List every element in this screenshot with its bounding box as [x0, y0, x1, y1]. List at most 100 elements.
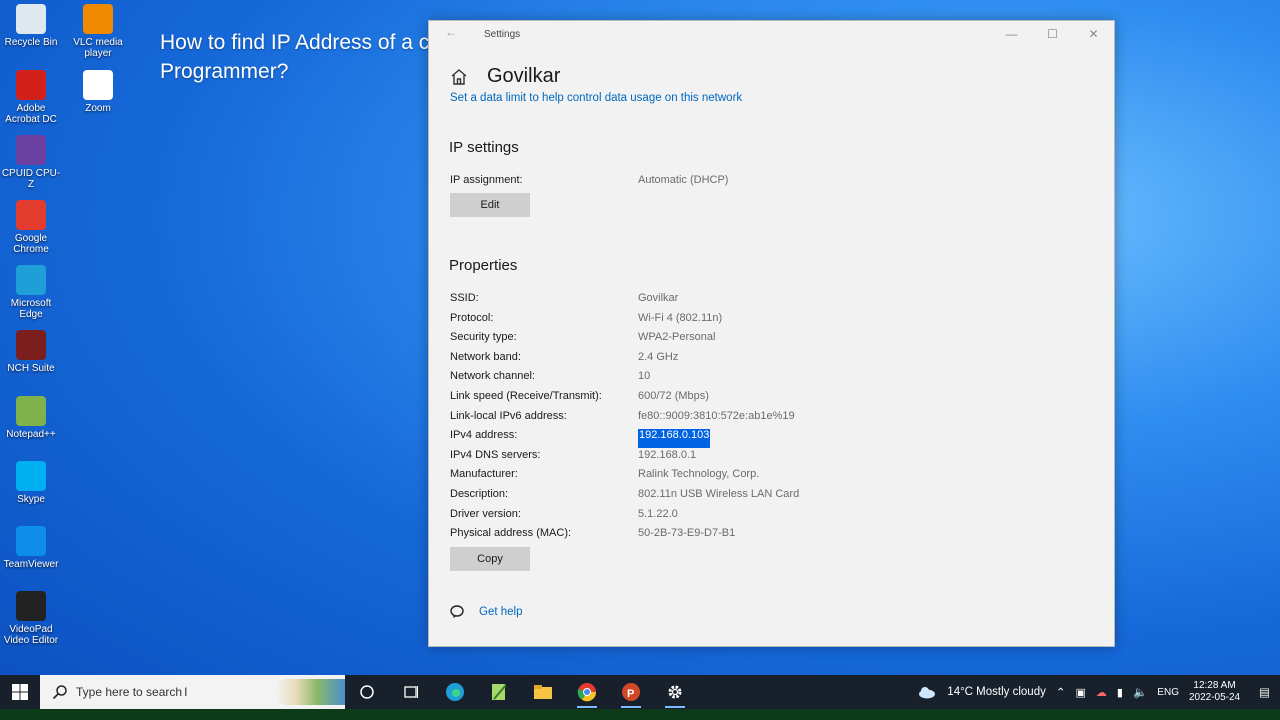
desktop-icon[interactable]: VideoPad Video Editor — [0, 591, 62, 646]
property-row: Network channel: 10 — [450, 370, 1050, 389]
ipv4-address-value-selected: 192.168.0.103 — [638, 429, 711, 449]
taskbar-powerpoint[interactable]: P — [609, 675, 653, 709]
desktop-icon[interactable]: NCH Suite — [0, 330, 62, 374]
property-label: Security type: — [450, 331, 517, 344]
desktop-icon[interactable]: Google Chrome — [0, 200, 62, 255]
videopad-icon — [16, 591, 46, 621]
property-label: Network channel: — [450, 370, 535, 383]
desktop-icon-label: CPUID CPU-Z — [1, 168, 61, 190]
cortana-circle-icon — [360, 685, 374, 699]
clock-time: 12:28 AM — [1193, 680, 1236, 691]
ip-assignment-row: IP assignment: Automatic (DHCP) — [450, 174, 1050, 193]
teamviewer-icon — [16, 526, 46, 556]
desktop-icon-label: TeamViewer — [3, 559, 59, 570]
microphone-icon[interactable]: ▮ — [1117, 686, 1123, 699]
clock-date: 2022-05-24 — [1188, 692, 1241, 703]
ip-assignment-value: Automatic (DHCP) — [638, 174, 729, 186]
clock[interactable]: 12:28 AM 2022-05-24 — [1189, 680, 1240, 704]
data-limit-link[interactable]: Set a data limit to help control data us… — [450, 92, 742, 104]
zoom-file-icon — [83, 70, 113, 100]
desktop-icon[interactable]: Notepad++ — [0, 396, 62, 440]
property-value: 10 — [638, 370, 651, 383]
edit-button[interactable]: Edit — [450, 193, 530, 217]
cortana-button[interactable] — [345, 675, 389, 709]
property-value: Ralink Technology, Corp. — [638, 468, 760, 481]
vlc-icon — [83, 4, 113, 34]
close-icon[interactable]: ✕ — [1073, 21, 1114, 47]
property-value: Wi-Fi 4 (802.11n) — [638, 311, 723, 324]
windows-logo-icon — [12, 684, 28, 700]
svg-text:P: P — [627, 688, 634, 700]
get-help-link-container[interactable]: Get help — [450, 605, 522, 619]
desktop-icon[interactable]: VLC media player — [67, 4, 129, 59]
network-icon[interactable]: ☁ — [1096, 686, 1107, 699]
gear-icon — [668, 685, 682, 699]
desktop-icon[interactable]: Adobe Acrobat DC — [0, 70, 62, 125]
weather-text[interactable]: 14°C Mostly cloudy — [947, 686, 1046, 698]
notification-icon[interactable]: ▤ — [1259, 685, 1270, 699]
properties-heading: Properties — [449, 257, 518, 274]
taskbar-file-explorer[interactable] — [521, 675, 565, 709]
start-button[interactable] — [0, 675, 40, 709]
desktop-icon[interactable]: Recycle Bin — [0, 4, 62, 48]
property-value: 50-2B-73-E9-D7-B1 — [638, 527, 736, 540]
skype-icon — [16, 461, 46, 491]
back-arrow-icon[interactable]: ← — [445, 25, 457, 39]
taskbar-settings[interactable] — [653, 675, 697, 709]
desktop-icon[interactable]: Skype — [0, 461, 62, 505]
language-indicator[interactable]: ENG — [1157, 687, 1179, 698]
task-view-button[interactable] — [389, 675, 433, 709]
property-row: Manufacturer: Ralink Technology, Corp. — [450, 468, 1050, 487]
cloud-weather-icon[interactable] — [917, 685, 937, 699]
property-row: Link speed (Receive/Transmit): 600/72 (Mb… — [450, 390, 1050, 409]
minimize-icon[interactable]: — — [991, 21, 1032, 47]
search-placeholder: Type here to search — [76, 685, 183, 699]
taskbar-notepadpp[interactable] — [477, 675, 521, 709]
taskbar-search-box[interactable]: Type here to search I — [40, 675, 345, 709]
cpuz-icon — [16, 135, 46, 165]
property-row: IPv4 address: 192.168.0.103 — [450, 429, 1050, 449]
property-label: Network band: — [450, 350, 521, 363]
property-label: Protocol: — [450, 311, 494, 324]
desktop-icon[interactable]: Microsoft Edge — [0, 265, 62, 320]
task-view-icon — [404, 686, 418, 698]
property-row: Description: 802.11n USB Wireless LAN Car… — [450, 488, 1050, 507]
help-chat-icon — [450, 605, 464, 618]
ip-assignment-label: IP assignment: — [450, 174, 523, 186]
desktop-icon-label: NCH Suite — [7, 363, 55, 374]
property-label: Description: — [450, 488, 509, 500]
ip-settings-heading: IP settings — [449, 139, 519, 156]
acrobat-icon — [16, 70, 46, 100]
desktop-icon[interactable]: CPUID CPU-Z — [0, 135, 62, 190]
tray-app-icon[interactable]: ▣ — [1076, 686, 1086, 699]
property-row: Network band: 2.4 GHz — [450, 351, 1050, 370]
home-icon[interactable] — [449, 67, 469, 87]
copy-button[interactable]: Copy — [450, 547, 530, 571]
property-label: Driver version: — [450, 507, 521, 520]
desktop-icon[interactable]: Zoom — [67, 70, 129, 114]
property-label: Manufacturer: — [450, 468, 518, 481]
chevron-up-icon[interactable]: ⌃ — [1056, 685, 1066, 699]
chrome-icon — [16, 200, 46, 230]
speaker-icon[interactable]: 🔈 — [1133, 685, 1147, 699]
property-value: fe80::9009:3810:572e:ab1e%19 — [638, 409, 795, 422]
property-value: 192.168.0.1 — [638, 448, 697, 461]
property-value: 600/72 (Mbps) — [638, 390, 709, 402]
get-help-link[interactable]: Get help — [479, 606, 522, 618]
taskbar-chrome[interactable] — [565, 675, 609, 709]
desktop-icon-label: Zoom — [85, 103, 111, 114]
desktop-icon[interactable]: TeamViewer — [0, 526, 62, 570]
taskbar-edge[interactable] — [433, 675, 477, 709]
property-label: Link speed (Receive/Transmit): — [450, 390, 602, 402]
desktop-icon-label: Adobe Acrobat DC — [5, 103, 57, 125]
desktop-icon-label: Notepad++ — [6, 429, 56, 440]
maximize-icon[interactable]: ☐ — [1032, 21, 1073, 47]
folder-icon — [534, 685, 552, 699]
desktop-icon-label: Skype — [17, 494, 45, 505]
property-label: SSID: — [450, 292, 479, 304]
property-value: 5.1.22.0 — [638, 507, 678, 520]
text-cursor-icon: I — [184, 685, 188, 699]
notepadpp-icon — [16, 396, 46, 426]
window-controls: — ☐ ✕ — [991, 21, 1114, 47]
page-title: Govilkar — [487, 65, 561, 87]
